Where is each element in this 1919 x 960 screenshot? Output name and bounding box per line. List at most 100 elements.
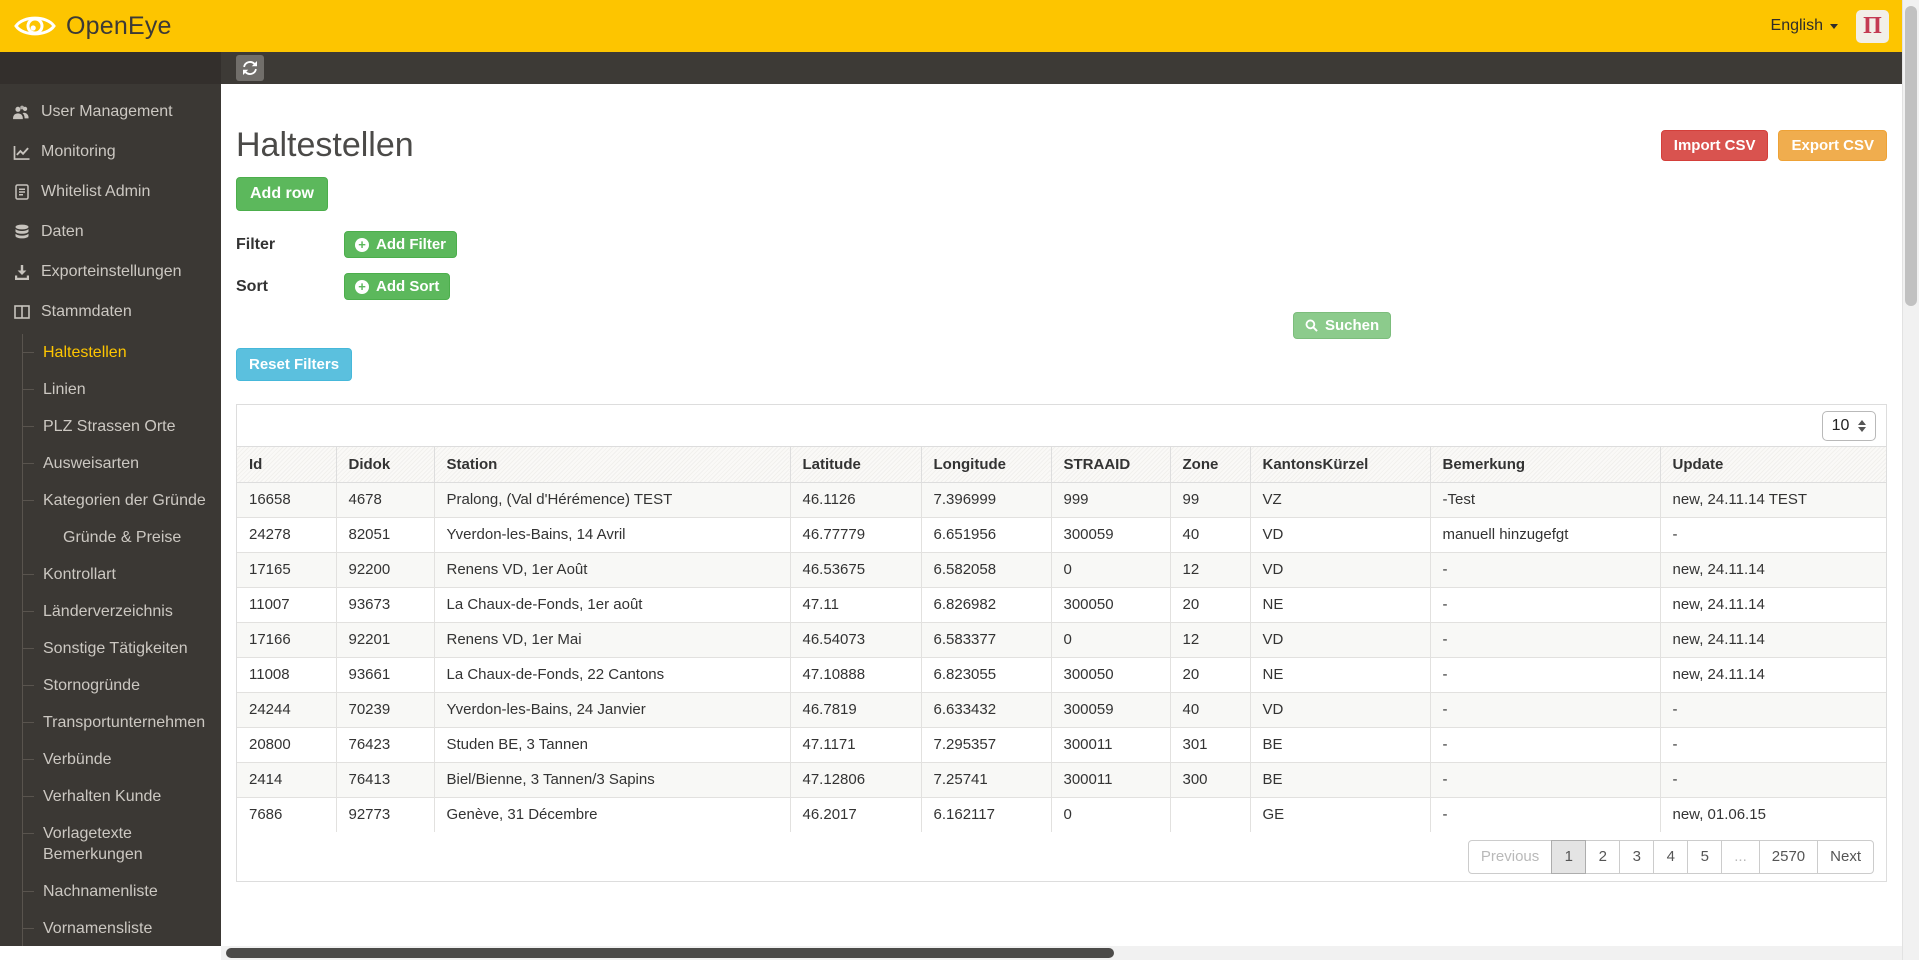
sidebar-subitem-vorlagetexte-bemerkungen[interactable]: Vorlagetexte Bemerkungen [23, 815, 221, 873]
table-cell: Renens VD, 1er Août [433, 551, 791, 588]
sidebar-top-strip [0, 52, 221, 84]
table-cell: 6.162117 [920, 796, 1052, 833]
sidebar-item-label: Whitelist Admin [41, 183, 151, 200]
table-row[interactable]: 16658 4678 Pralong, (Val d'Hérémence) TEST… [236, 481, 1887, 518]
add-filter-button[interactable]: + Add Filter [344, 231, 457, 258]
table-row[interactable]: 7686 92773 Genève, 31 Décembre 46.2017 6.162… [236, 796, 1887, 833]
vertical-scrollbar-thumb[interactable] [1905, 6, 1917, 306]
sidebar-item-monitoring[interactable]: Monitoring [0, 132, 221, 172]
language-dropdown[interactable]: English [1771, 17, 1838, 35]
sidebar-subitem-ausweisarten[interactable]: Ausweisarten [23, 445, 221, 482]
chevron-down-icon [1830, 23, 1838, 29]
top-bar: OpenEye English Π [0, 0, 1919, 52]
page-size-select[interactable]: 10 [1822, 410, 1876, 441]
table-cell: - [1659, 726, 1887, 763]
export-csv-button[interactable]: Export CSV [1778, 130, 1887, 161]
table-body: 16658 4678 Pralong, (Val d'Hérémence) TEST… [236, 481, 1887, 833]
sidebar-subitem-haltestellen[interactable]: Haltestellen [23, 334, 221, 371]
sidebar-subitem-sonstige-t-tigkeiten[interactable]: Sonstige Tätigkeiten [23, 630, 221, 667]
table-row[interactable]: 24244 70239 Yverdon-les-Bains, 24 Janvier 4… [236, 691, 1887, 728]
import-csv-button[interactable]: Import CSV [1660, 130, 1769, 161]
pagination-next[interactable]: Next [1817, 839, 1874, 874]
table-cell: 17166 [236, 621, 337, 658]
table-cell: 17165 [236, 551, 337, 588]
table-cell: 300 [1169, 761, 1251, 798]
sidebar-item-stammdaten[interactable]: Stammdaten [0, 292, 221, 332]
column-header-update: Update [1659, 446, 1887, 483]
sidebar-subitem-verhalten-kunde[interactable]: Verhalten Kunde [23, 778, 221, 815]
sidebar-subitem-kontrollart[interactable]: Kontrollart [23, 556, 221, 593]
table-row[interactable]: 20800 76423 Studen BE, 3 Tannen 47.1171 7.29… [236, 726, 1887, 763]
table-row[interactable]: 2414 76413 Biel/Bienne, 3 Tannen/3 Sapins 4… [236, 761, 1887, 798]
table-cell: 12 [1169, 551, 1251, 588]
sidebar: User Management Monitoring Whitelist Admin… [0, 52, 221, 946]
column-header-station: Station [433, 446, 791, 483]
table-row[interactable]: 17165 92200 Renens VD, 1er Août 46.53675 6.5… [236, 551, 1887, 588]
table-cell: La Chaux-de-Fonds, 22 Cantons [433, 656, 791, 693]
table-cell: 7.396999 [920, 481, 1052, 518]
sidebar-subitem-transportunternehmen[interactable]: Transportunternehmen [23, 704, 221, 741]
search-button[interactable]: Suchen [1293, 312, 1392, 339]
table-cell: 16658 [236, 481, 337, 518]
table-cell: 46.77779 [789, 516, 922, 553]
sidebar-item-exporteinstellungen[interactable]: Exporteinstellungen [0, 252, 221, 292]
refresh-button[interactable] [236, 55, 264, 81]
table-cell: 92200 [335, 551, 435, 588]
table-row[interactable]: 11008 93661 La Chaux-de-Fonds, 22 Cantons 4… [236, 656, 1887, 693]
table-cell: - [1429, 621, 1661, 658]
search-icon [1305, 319, 1318, 332]
table-row[interactable]: 11007 93673 La Chaux-de-Fonds, 1er août 47.… [236, 586, 1887, 623]
column-header-bemerkung: Bemerkung [1429, 446, 1661, 483]
sidebar-subitem-kategorien-der-gr-nde[interactable]: Kategorien der Gründe [23, 482, 221, 519]
pagination-page-2570[interactable]: 2570 [1758, 839, 1819, 874]
sidebar-item-label: Exporteinstellungen [41, 263, 182, 280]
table-row[interactable]: 17166 92201 Renens VD, 1er Mai 46.54073 6.58… [236, 621, 1887, 658]
reset-filters-button[interactable]: Reset Filters [236, 348, 353, 381]
table-cell: new, 24.11.14 [1659, 621, 1887, 658]
sidebar-subitem-plz-strassen-orte[interactable]: PLZ Strassen Orte [23, 408, 221, 445]
sidebar-submenu: Haltestellen Linien PLZ Strassen Orte Auswe… [22, 334, 221, 946]
table-cell: - [1429, 551, 1661, 588]
pagination-page-2[interactable]: 2 [1585, 839, 1621, 874]
sidebar-subitem-verb-nde[interactable]: Verbünde [23, 741, 221, 778]
sidebar-subitem-linien[interactable]: Linien [23, 371, 221, 408]
sidebar-subitem-l-nderverzeichnis[interactable]: Länderverzeichnis [23, 593, 221, 630]
pagination-page-5[interactable]: 5 [1687, 839, 1723, 874]
table-row[interactable]: 24278 82051 Yverdon-les-Bains, 14 Avril 46.… [236, 516, 1887, 553]
table-cell: - [1659, 761, 1887, 798]
table-cell: 11007 [236, 586, 337, 623]
pagination-ellipsis[interactable]: ... [1721, 839, 1760, 874]
sidebar-item-daten[interactable]: Daten [0, 212, 221, 252]
column-header-didok: Didok [335, 446, 435, 483]
sidebar-subitem-stornogr-nde[interactable]: Stornogründe [23, 667, 221, 704]
pagination-page-1[interactable]: 1 [1551, 839, 1587, 874]
add-sort-button[interactable]: + Add Sort [344, 273, 451, 300]
horizontal-scrollbar-thumb[interactable] [226, 948, 1114, 958]
table-cell: VD [1249, 621, 1431, 658]
column-header-latitude: Latitude [789, 446, 922, 483]
table-cell: - [1659, 691, 1887, 728]
table-cell: Genève, 31 Décembre [433, 796, 791, 833]
sidebar-item-user-management[interactable]: User Management [0, 92, 221, 132]
table-cell: Yverdon-les-Bains, 24 Janvier [433, 691, 791, 728]
pagination-previous[interactable]: Previous [1467, 839, 1553, 874]
table-cell: 46.1126 [789, 481, 922, 518]
sidebar-subitem-vornamensliste[interactable]: Vornamensliste [23, 910, 221, 946]
company-logo[interactable]: Π [1856, 9, 1889, 43]
filter-label: Filter [236, 235, 276, 253]
table-cell: 20 [1169, 656, 1251, 693]
table-cell: 93661 [335, 656, 435, 693]
pagination-page-4[interactable]: 4 [1653, 839, 1689, 874]
table-cell: 0 [1050, 551, 1171, 588]
table-cell: 0 [1050, 621, 1171, 658]
column-header-id: Id [236, 446, 337, 483]
add-sort-label: Add Sort [376, 278, 440, 295]
language-label: English [1770, 17, 1823, 34]
column-header-zone: Zone [1169, 446, 1251, 483]
sidebar-subitem-gr-nde-preise[interactable]: Gründe & Preise [23, 519, 221, 556]
sidebar-item-whitelist-admin[interactable]: Whitelist Admin [0, 172, 221, 212]
plus-circle-icon: + [355, 237, 369, 252]
pagination-page-3[interactable]: 3 [1619, 839, 1655, 874]
add-row-button[interactable]: Add row [236, 177, 328, 211]
sidebar-subitem-nachnamenliste[interactable]: Nachnamenliste [23, 873, 221, 910]
